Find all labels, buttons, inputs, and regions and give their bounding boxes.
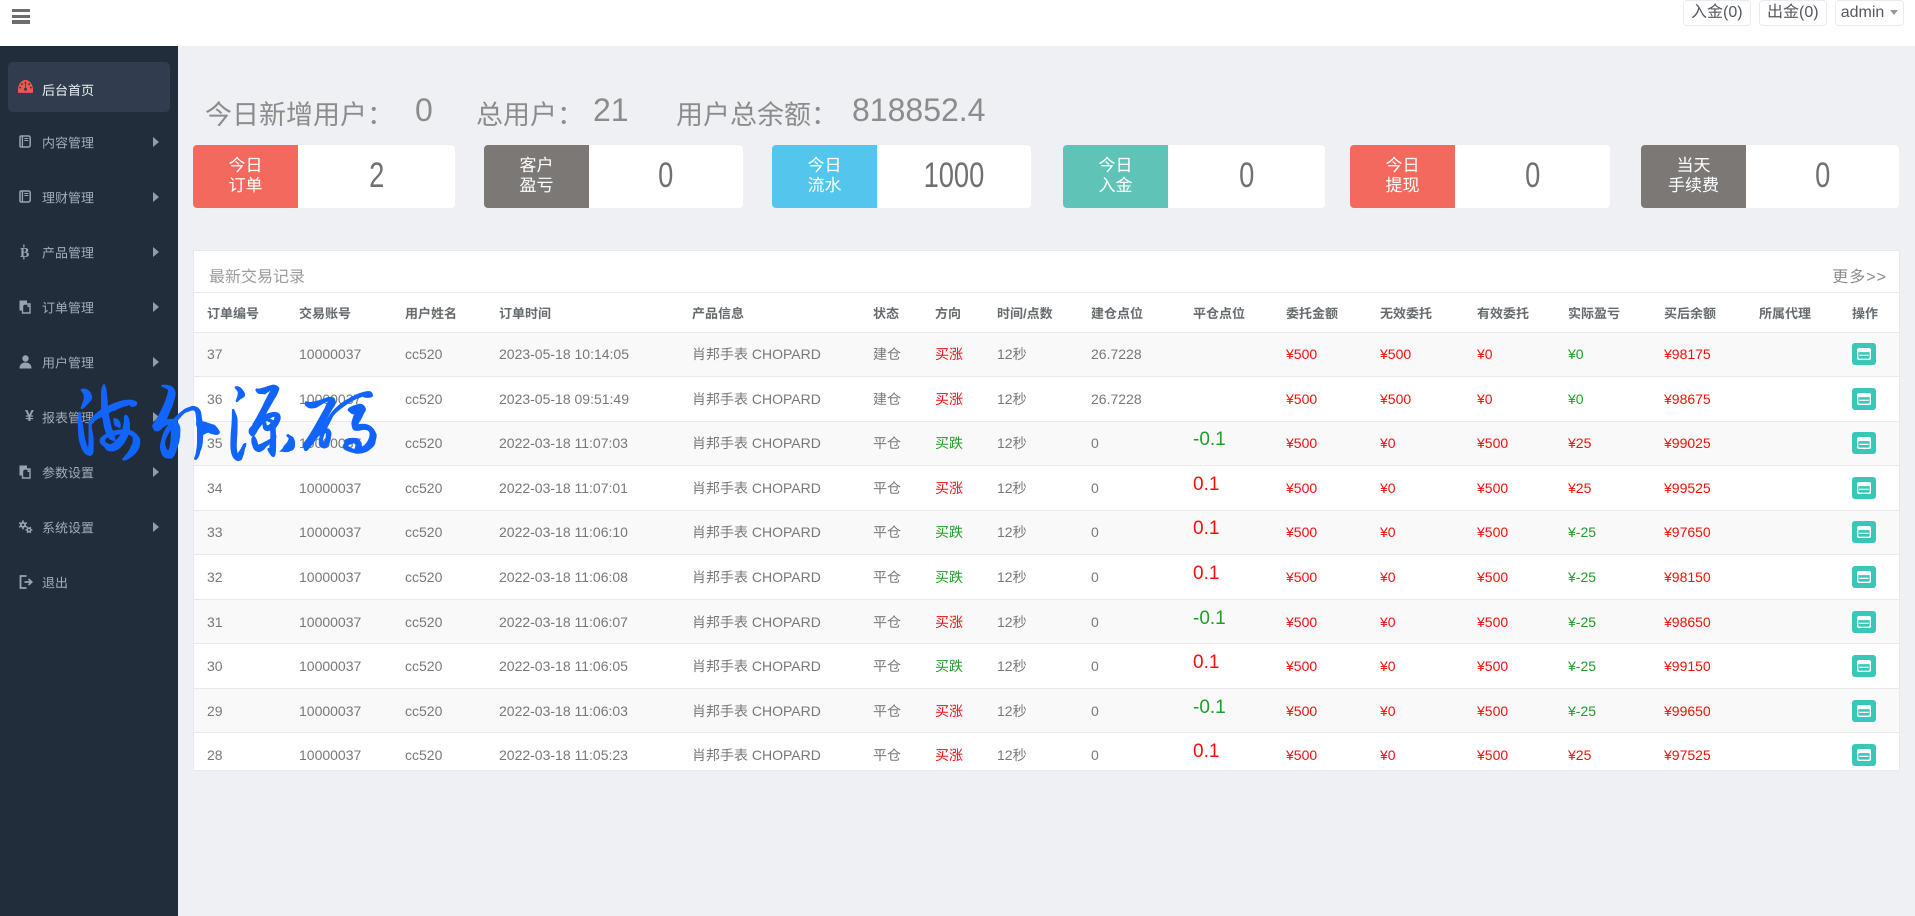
svg-text:B: B (20, 246, 29, 260)
